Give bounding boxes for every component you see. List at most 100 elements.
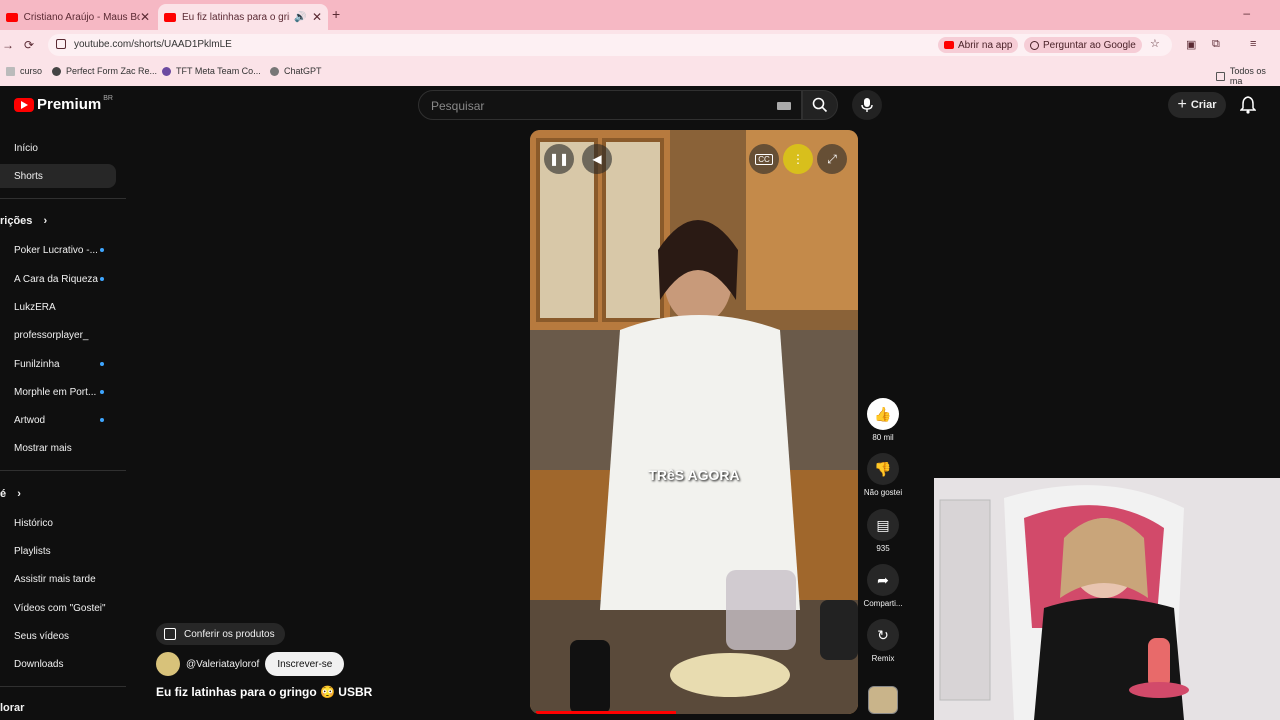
sidebar-item-lukzera[interactable]: LukzERA (0, 295, 116, 319)
comments-action[interactable]: ▤ 935 (862, 509, 904, 553)
search-button[interactable] (802, 90, 838, 120)
sidebar-item-a-cara-da-riqueza[interactable]: A Cara da Riqueza (0, 267, 116, 291)
subscriptions-header[interactable]: rições › (0, 215, 47, 227)
share-action[interactable]: ➦ Comparti... (862, 564, 904, 608)
chevron-right-icon: › (43, 215, 48, 227)
share-label: Comparti... (863, 599, 903, 608)
pause-icon: ❚❚ (548, 152, 570, 166)
search-input[interactable]: Pesquisar (418, 90, 802, 120)
bookmark-perfect-form[interactable]: Perfect Form Zac Re... (52, 66, 157, 76)
close-tab-icon[interactable]: ✕ (312, 10, 322, 24)
subscriptions-header-label: rições (0, 215, 33, 227)
short-title[interactable]: Eu fiz latinhas para o gringo 😳 USBR (156, 685, 372, 699)
new-content-dot (100, 362, 104, 366)
subscribe-button[interactable]: Inscrever-se (265, 652, 345, 676)
bookmark-icon (162, 66, 171, 76)
youtube-icon (944, 41, 954, 49)
volume-icon: ◀ (592, 152, 602, 166)
create-button[interactable]: + Criar (1168, 92, 1226, 118)
puzzle-icon[interactable]: ⧉ (1212, 38, 1220, 51)
avatar[interactable] (156, 652, 180, 676)
you-header[interactable]: é › (0, 488, 21, 500)
bookmark-tft[interactable]: TFT Meta Team Co... (162, 66, 261, 76)
explore-header-label: lorar (0, 702, 25, 714)
youtube-header: Premium BR Pesquisar + Criar (0, 86, 1280, 126)
speaker-icon[interactable]: 🔊 (294, 12, 306, 23)
sidebar-item-historico[interactable]: Histórico (0, 511, 116, 535)
plus-icon: + (1177, 96, 1187, 113)
address-bar[interactable]: youtube.com/shorts/UAAD1PklmLE Abrir na … (48, 34, 1172, 56)
captions-button[interactable]: CC (749, 144, 779, 174)
tab-title: Eu fiz latinhas para o gringo (182, 11, 290, 23)
minimize-icon[interactable]: – (1243, 6, 1250, 20)
sidebar-item-label: Assistir mais tarde (14, 573, 96, 585)
bookmark-chatgpt[interactable]: ChatGPT (270, 66, 322, 76)
folder-icon (1216, 71, 1225, 81)
voice-search-button[interactable] (852, 90, 882, 120)
progress-bar[interactable] (536, 711, 676, 714)
sidebar-item-seus-videos[interactable]: Seus vídeos (0, 624, 116, 648)
open-in-app-button[interactable]: Abrir na app (938, 37, 1019, 53)
search-icon (812, 97, 828, 113)
pause-button[interactable]: ❚❚ (544, 144, 574, 174)
close-tab-icon[interactable]: ✕ (140, 10, 150, 24)
logo-text: Premium (37, 96, 102, 113)
new-content-dot (100, 277, 104, 281)
forward-icon[interactable]: → (2, 38, 14, 52)
sidebar-item-shorts[interactable]: Shorts (0, 164, 116, 188)
remix-action[interactable]: ↻ Remix (862, 619, 904, 663)
like-action[interactable]: 👍 80 mil (862, 398, 904, 442)
more-vert-icon: ⋮ (792, 152, 804, 166)
url-text[interactable]: youtube.com/shorts/UAAD1PklmLE (74, 39, 232, 50)
reload-icon[interactable]: ⟳ (24, 38, 34, 52)
sidebar-item-morphle[interactable]: Morphle em Port... (0, 380, 116, 404)
tab-latinhas[interactable]: Eu fiz latinhas para o gringo 🔊 ✕ (158, 4, 328, 30)
sidebar-item-label: A Cara da Riqueza (14, 273, 98, 285)
browser-toolbar: → ⟳ youtube.com/shorts/UAAD1PklmLE Abrir… (0, 30, 1280, 60)
products-button[interactable]: Conferir os produtos (156, 623, 285, 645)
star-icon[interactable]: ☆ (1150, 37, 1160, 50)
sidebar-item-label: Vídeos com "Gostei" (14, 602, 106, 614)
new-content-dot (100, 390, 104, 394)
sidebar-item-mostrar-mais[interactable]: Mostrar mais (0, 436, 116, 460)
short-video-player[interactable]: ❚❚ ◀ CC ⋮ ⤢ TRêS AGORA (530, 130, 858, 714)
remix-label: Remix (871, 654, 895, 663)
bookmark-label: curso (20, 66, 43, 76)
volume-button[interactable]: ◀ (582, 144, 612, 174)
sound-thumbnail[interactable] (868, 686, 898, 714)
keyboard-icon[interactable] (777, 102, 791, 110)
sidebar-item-artwod[interactable]: Artwod (0, 408, 116, 432)
sidebar-item-downloads[interactable]: Downloads (0, 652, 116, 676)
bookmark-label: ChatGPT (284, 66, 322, 76)
channel-name[interactable]: @Valeriataylorof (186, 659, 259, 670)
bookmark-icon (52, 66, 61, 76)
all-bookmarks-label: Todos os ma (1229, 66, 1266, 86)
new-tab-icon[interactable]: + (332, 6, 340, 22)
all-bookmarks[interactable]: Todos os ma (1216, 66, 1280, 86)
explore-header: lorar (0, 702, 24, 714)
youtube-premium-logo[interactable]: Premium BR (14, 95, 113, 113)
fullscreen-button[interactable]: ⤢ (817, 144, 847, 174)
dislike-icon: 👎 (867, 453, 899, 485)
sidebar-item-playlists[interactable]: Playlists (0, 539, 116, 563)
dislike-action[interactable]: 👎 Não gostei (862, 453, 904, 497)
tab-maus-bocados[interactable]: Cristiano Araújo - Maus Bocado ✕ (0, 4, 156, 30)
new-content-dot (100, 418, 104, 422)
sidebar-item-funilzinha[interactable]: Funilzinha (0, 352, 116, 376)
sidebar-item-assistir-mais-tarde[interactable]: Assistir mais tarde (0, 567, 116, 591)
open-in-app-label: Abrir na app (958, 39, 1013, 51)
sidebar-item-videos-gostei[interactable]: Vídeos com "Gostei" (0, 596, 116, 620)
dislike-label: Não gostei (863, 488, 903, 497)
ask-google-button[interactable]: Perguntar ao Google (1024, 37, 1142, 53)
site-info-icon[interactable] (56, 39, 66, 49)
sidebar-item-professorplayer[interactable]: professorplayer_ (0, 323, 116, 347)
extension-icon[interactable]: ▣ (1186, 38, 1196, 51)
sidebar-item-label: Morphle em Port... (14, 386, 97, 398)
comment-count: 935 (876, 544, 890, 553)
sidebar-item-inicio[interactable]: Início (0, 136, 116, 160)
media-icon[interactable]: ≡ (1250, 38, 1256, 50)
sidebar-item-poker-lucrativo[interactable]: Poker Lucrativo -... (0, 238, 116, 262)
notifications-bell-icon[interactable] (1240, 96, 1256, 114)
more-options-button[interactable]: ⋮ (783, 144, 813, 174)
bookmark-curso[interactable]: curso (6, 66, 42, 76)
